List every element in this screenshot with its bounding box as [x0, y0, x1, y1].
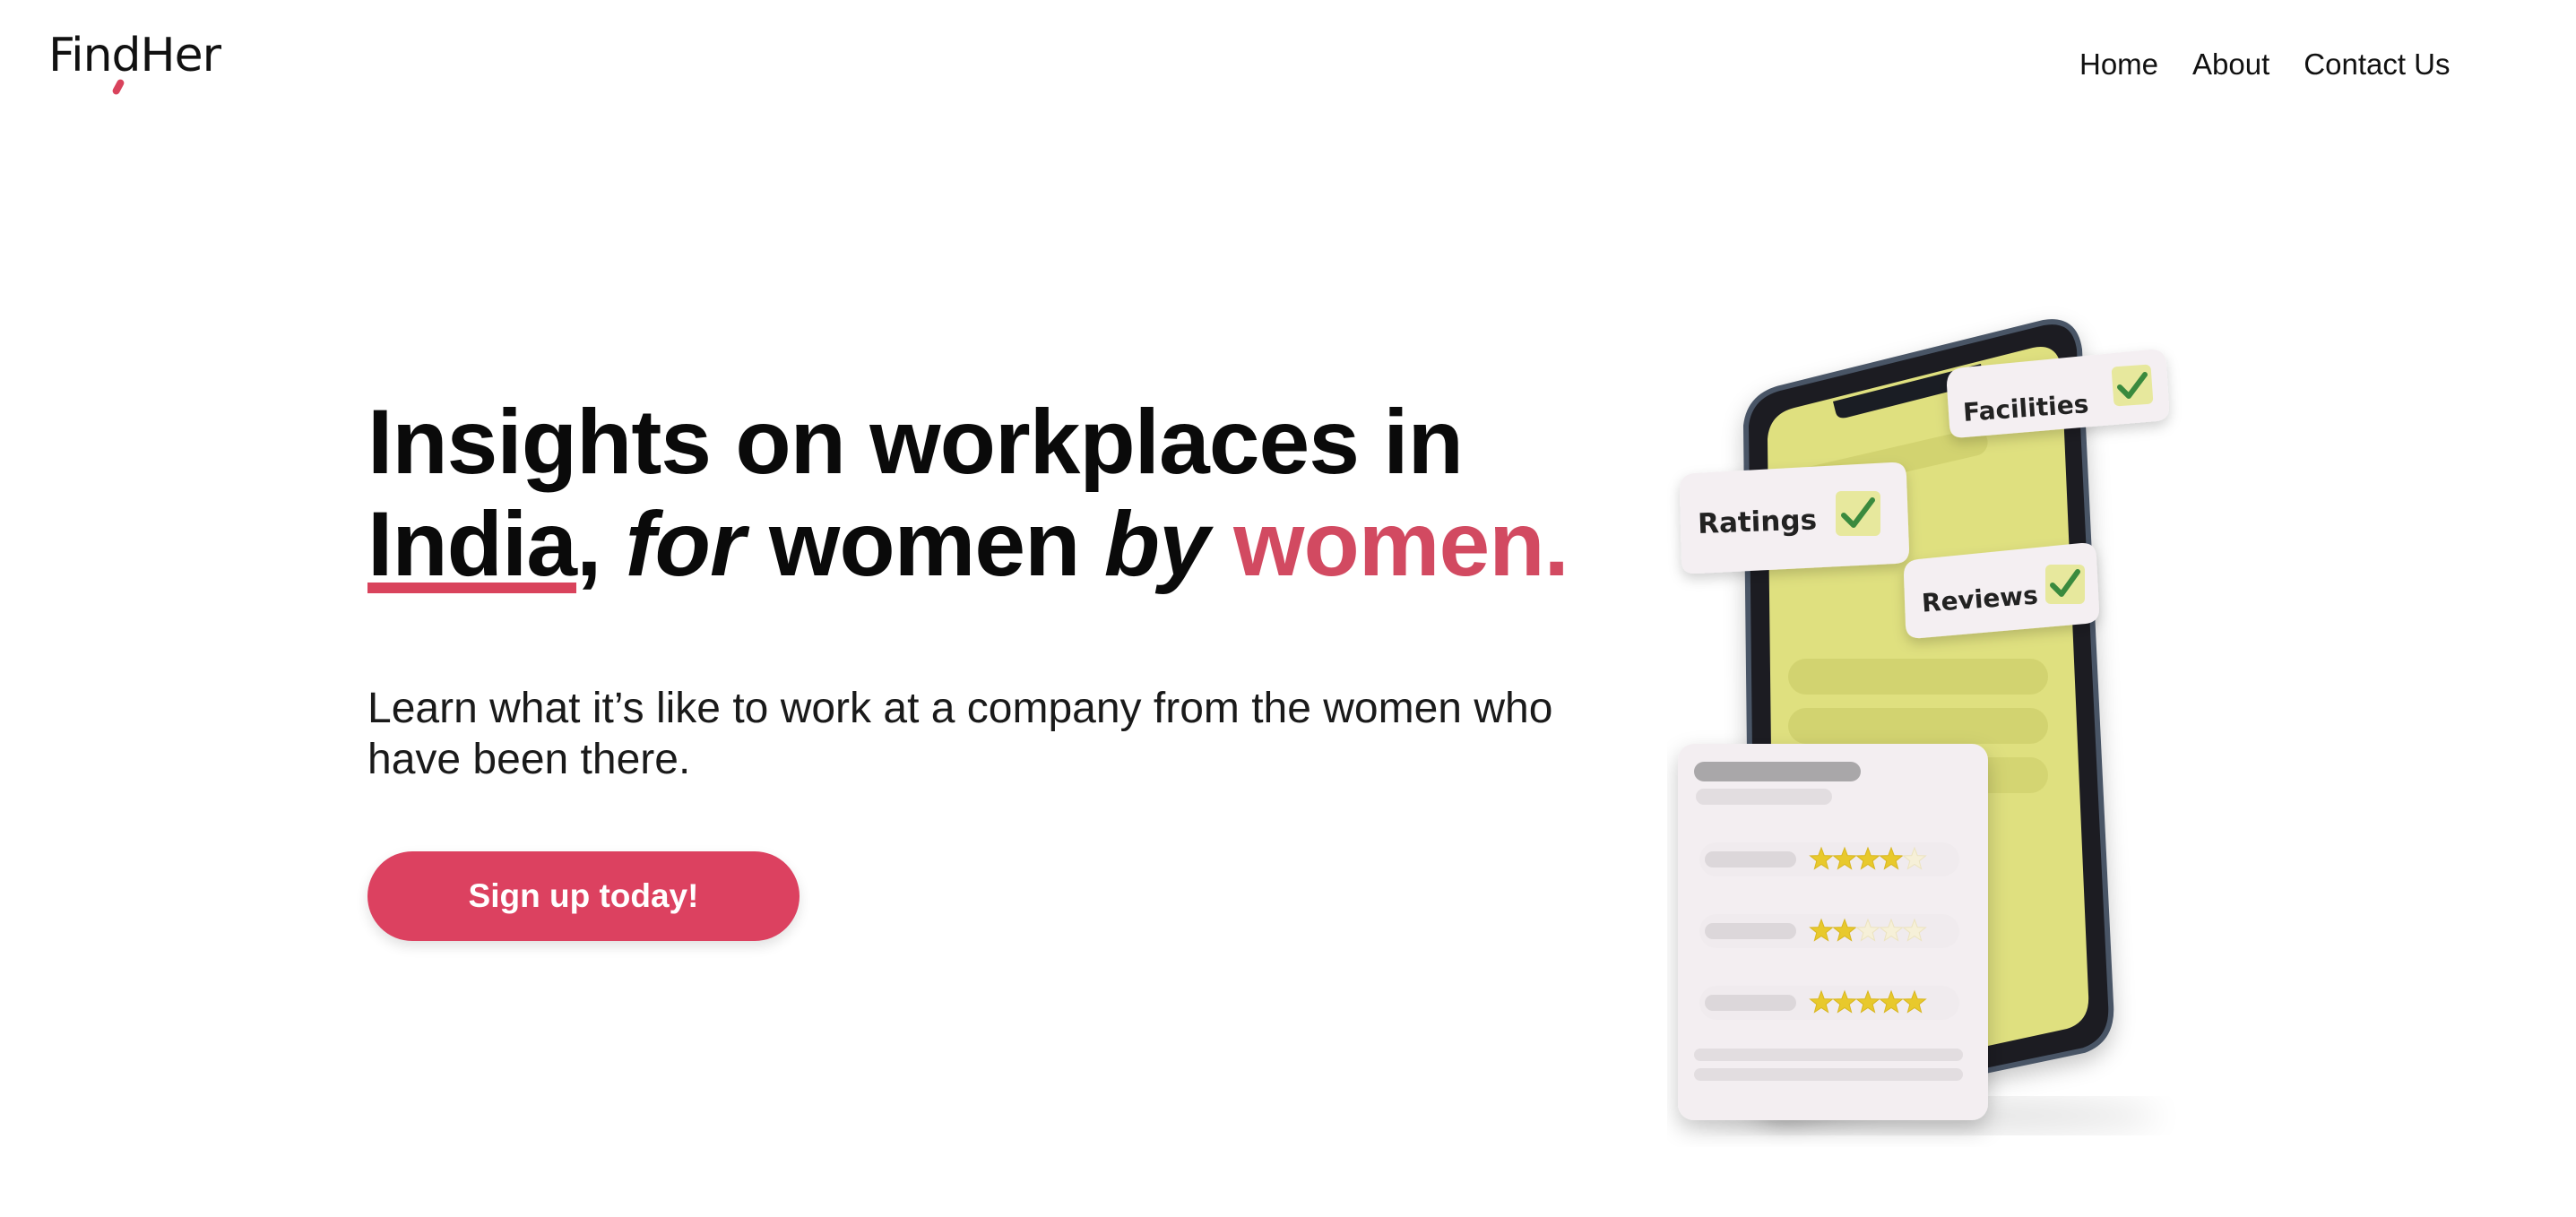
headline-italic-by: by	[1103, 493, 1210, 595]
headline-underlined-word: India	[367, 493, 577, 595]
findher-logo[interactable]: FindHer	[48, 32, 221, 79]
top-nav: Home About Contact Us	[2079, 47, 2485, 82]
nav-about-link[interactable]: About	[2192, 47, 2269, 82]
signup-button[interactable]: Sign up today!	[367, 851, 800, 941]
headline-women: women	[769, 493, 1080, 595]
phone-illustration: Facilities Ratings Reviews	[1678, 319, 2169, 1132]
facilities-check-box	[2111, 364, 2154, 407]
hero-subtext: Learn what it’s like to work at a compan…	[367, 685, 1553, 783]
headline-line1: Insights on workplaces in	[367, 391, 1464, 493]
headline-accent-women: women.	[1233, 493, 1569, 595]
hero-headline: Insights on workplaces in India, for wome…	[367, 391, 1569, 595]
headline-comma: ,	[576, 493, 601, 595]
star-rating-panel	[1678, 744, 1988, 1120]
ratings-label: Ratings	[1697, 504, 1817, 540]
nav-contact-link[interactable]: Contact Us	[2304, 47, 2450, 82]
nav-home-link[interactable]: Home	[2079, 47, 2158, 82]
headline-italic-for: for	[625, 493, 746, 595]
landing-page: FindHer Home About Contact Us Insights o…	[0, 0, 2576, 1217]
